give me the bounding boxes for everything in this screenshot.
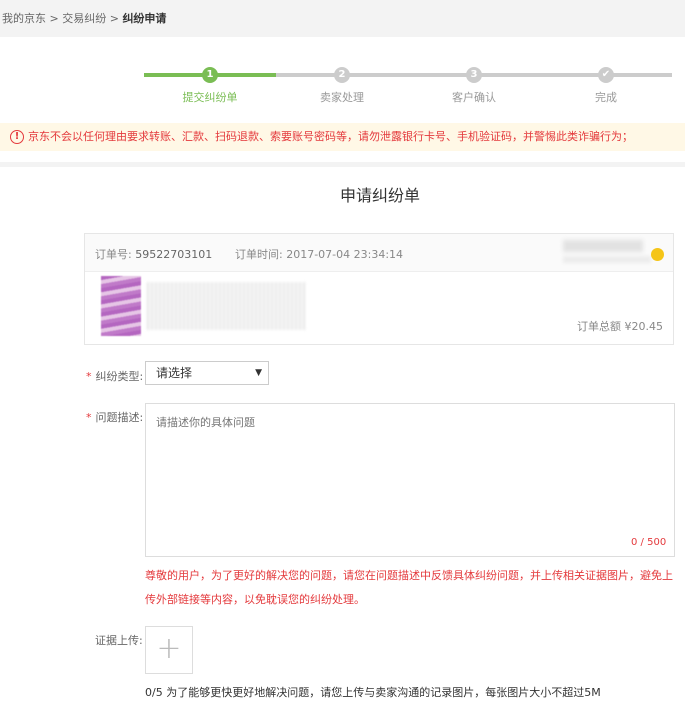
step-number: 3 xyxy=(466,67,482,83)
step-label: 客户确认 xyxy=(452,91,496,104)
step-seller: 2 卖家处理 xyxy=(282,65,402,105)
step-label: 卖家处理 xyxy=(320,91,364,104)
required-mark: * xyxy=(86,370,92,383)
char-counter: 0 / 500 xyxy=(631,537,667,548)
order-card: 订单号: 59522703101 订单时间: 2017-07-04 23:34:… xyxy=(84,233,674,345)
step-number: 2 xyxy=(334,67,350,83)
required-mark: * xyxy=(86,411,92,424)
dispute-tip: 尊敬的用户，为了更好的解决您的问题，请您在问题描述中反馈具体纠纷问题，并上传相关… xyxy=(145,569,673,606)
dispute-type-value: 请选择 xyxy=(156,366,193,380)
order-number-value: 59522703101 xyxy=(135,248,213,261)
order-time-value: 2017-07-04 23:34:14 xyxy=(286,248,404,261)
order-total-value: ¥20.45 xyxy=(624,320,664,333)
warning-banner: ! 京东不会以任何理由要求转账、汇款、扫码退款、索要账号密码等，请勿泄露银行卡号… xyxy=(0,123,685,151)
step-submit: 1 提交纠纷单 xyxy=(150,65,270,105)
breadcrumb-home[interactable]: 我的京东 xyxy=(2,12,46,25)
step-number: 1 xyxy=(202,67,218,83)
warning-text: 京东不会以任何理由要求转账、汇款、扫码退款、索要账号密码等，请勿泄露银行卡号、手… xyxy=(28,130,633,143)
breadcrumb-dispute[interactable]: 交易纠纷 xyxy=(62,12,106,25)
chat-icon[interactable] xyxy=(651,248,664,261)
order-header: 订单号: 59522703101 订单时间: 2017-07-04 23:34:… xyxy=(85,234,673,272)
dispute-type-select[interactable]: 请选择 ▼ xyxy=(145,361,269,385)
step-done: ✔ 完成 xyxy=(546,65,666,105)
step-confirm: 3 客户确认 xyxy=(414,65,534,105)
product-title-blurred xyxy=(147,282,307,330)
chevron-down-icon: ▼ xyxy=(255,368,262,378)
order-total-label: 订单总额 xyxy=(577,320,621,333)
dispute-type-label: * 纠纷类型: xyxy=(86,368,143,384)
description-label: * 问题描述: xyxy=(86,409,143,425)
order-time: 订单时间: 2017-07-04 23:34:14 xyxy=(235,246,403,262)
evidence-label: 证据上传: xyxy=(95,634,143,647)
warning-icon: ! xyxy=(10,130,24,144)
breadcrumb-sep: > xyxy=(106,12,123,25)
product-thumbnail[interactable] xyxy=(101,276,141,336)
form-title: 申请纠纷单 xyxy=(339,186,420,205)
shop-name-blurred xyxy=(563,240,643,252)
order-total: 订单总额 ¥20.45 xyxy=(577,318,663,334)
breadcrumb: 我的京东 > 交易纠纷 > 纠纷申请 xyxy=(2,10,166,26)
step-label: 提交纠纷单 xyxy=(182,91,238,104)
description-label-text: 问题描述: xyxy=(95,411,144,424)
breadcrumb-current: 纠纷申请 xyxy=(122,12,167,25)
upload-tip: 0/5 为了能够更快更好地解决问题，请您上传与卖家沟通的记录图片，每张图片大小不… xyxy=(145,686,601,699)
step-label: 完成 xyxy=(595,91,617,104)
order-time-label: 订单时间: xyxy=(235,248,283,261)
progress-steps: 1 提交纠纷单 2 卖家处理 3 客户确认 ✔ 完成 xyxy=(144,65,672,105)
description-input[interactable] xyxy=(145,403,675,557)
upload-button[interactable]: + xyxy=(145,626,193,674)
shop-info-blurred xyxy=(563,256,651,263)
dispute-type-label-text: 纠纷类型: xyxy=(95,370,144,383)
breadcrumb-sep: > xyxy=(46,12,63,25)
order-number-label: 订单号: xyxy=(95,248,132,261)
order-number: 订单号: 59522703101 xyxy=(95,246,212,262)
check-icon: ✔ xyxy=(598,67,614,83)
